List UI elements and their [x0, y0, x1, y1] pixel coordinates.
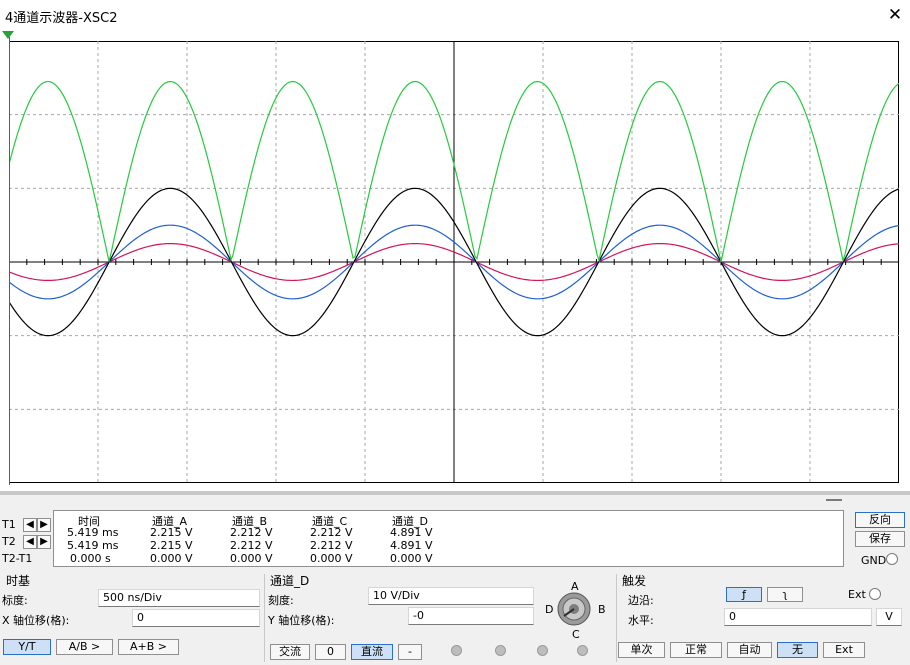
cursor-t1-label: T1: [2, 518, 16, 531]
table-cell: 5.419 ms: [67, 539, 119, 552]
reverse-button[interactable]: 反向: [855, 512, 905, 528]
table-cell: 5.419 ms: [67, 526, 119, 539]
knob-label-c: C: [572, 628, 580, 641]
indicator-dot-icon: [495, 645, 506, 656]
table-cell: 2.212 V: [310, 526, 353, 539]
table-cell: 0.000 V: [150, 552, 193, 565]
knob-label-b: B: [598, 603, 606, 616]
ac-coupling-button[interactable]: 交流: [270, 644, 310, 660]
single-trigger-button[interactable]: 单次: [618, 642, 665, 658]
t2-left-arrow-icon[interactable]: ◀: [23, 535, 37, 549]
x-position-label: X 轴位移(格):: [2, 614, 70, 627]
t2-right-arrow-icon[interactable]: ▶: [37, 535, 51, 549]
save-button[interactable]: 保存: [855, 531, 905, 547]
cursor-t2-label: T2: [2, 535, 16, 548]
t1-left-arrow-icon[interactable]: ◀: [23, 518, 37, 532]
auto-trigger-button[interactable]: 自动: [727, 642, 772, 658]
normal-trigger-button[interactable]: 正常: [670, 642, 722, 658]
table-cell: 2.212 V: [230, 526, 273, 539]
trigger-level-unit[interactable]: V: [876, 608, 902, 626]
indicator-dot-icon: [537, 645, 548, 656]
indicator-dot-icon: [451, 645, 462, 656]
zero-coupling-button[interactable]: 0: [315, 644, 346, 660]
ab-mode-button[interactable]: A/B >: [56, 639, 113, 655]
timebase-scale-field[interactable]: 500 ns/Div: [98, 589, 260, 607]
x-position-field[interactable]: 0: [132, 609, 260, 627]
group-divider: [616, 574, 617, 662]
ext-trigger-button[interactable]: Ext: [823, 642, 865, 658]
indicator-dot-icon: [577, 645, 588, 656]
table-cell: 2.212 V: [230, 539, 273, 552]
ext-trigger-radio[interactable]: [869, 588, 881, 600]
panel-splitter[interactable]: [0, 491, 910, 495]
splitter-grip-icon[interactable]: [826, 499, 842, 501]
cursor-t1-line[interactable]: [9, 37, 10, 485]
table-cell: 2.215 V: [150, 539, 193, 552]
falling-edge-button[interactable]: ʅ: [767, 587, 803, 602]
rising-edge-button[interactable]: ƒ: [726, 587, 762, 602]
table-cell: 0.000 V: [390, 552, 433, 565]
channel-group-title: 通道_D: [270, 574, 310, 588]
y-position-label: Y 轴位移(格):: [268, 614, 335, 627]
table-cell: 4.891 V: [390, 526, 433, 539]
none-trigger-button[interactable]: 无: [777, 642, 818, 658]
invert-button[interactable]: -: [398, 644, 422, 660]
edge-label: 边沿:: [628, 594, 654, 607]
y-position-field[interactable]: -0: [408, 607, 534, 625]
knob-label-d: D: [545, 603, 554, 616]
title-bar: [0, 0, 910, 31]
cursor-delta-label: T2-T1: [2, 552, 33, 565]
measurement-table: 时间 通道_A 通道_B 通道_C 通道_D 5.419 ms 2.215 V …: [53, 510, 844, 567]
window-title: 4通道示波器-XSC2: [5, 11, 118, 26]
trigger-level-field[interactable]: 0: [724, 608, 872, 626]
close-icon[interactable]: ✕: [884, 3, 906, 27]
a-plus-b-mode-button[interactable]: A+B >: [118, 639, 179, 655]
dc-coupling-button[interactable]: 直流: [351, 644, 393, 660]
table-cell: 0.000 s: [70, 552, 111, 565]
yt-mode-button[interactable]: Y/T: [3, 639, 51, 655]
scope-plot: [9, 41, 899, 483]
gnd-label: GND: [861, 554, 887, 567]
table-cell: 0.000 V: [310, 552, 353, 565]
t1-right-arrow-icon[interactable]: ▶: [37, 518, 51, 532]
channel-scale-field[interactable]: 10 V/Div: [368, 587, 534, 605]
channel-scale-label: 刻度:: [268, 594, 294, 607]
trigger-marker-icon[interactable]: [2, 31, 14, 39]
gnd-radio[interactable]: [886, 553, 898, 565]
table-cell: 4.891 V: [390, 539, 433, 552]
group-divider: [264, 574, 265, 662]
ext-trigger-label: Ext: [848, 588, 866, 601]
timebase-group-title: 时基: [6, 574, 31, 588]
table-cell: 2.215 V: [150, 526, 193, 539]
trigger-level-label: 水平:: [628, 614, 654, 627]
trigger-group-title: 触发: [622, 574, 647, 588]
timebase-scale-label: 标度:: [2, 594, 28, 607]
table-cell: 2.212 V: [310, 539, 353, 552]
table-cell: 0.000 V: [230, 552, 273, 565]
channel-selector-knob-icon[interactable]: [556, 591, 592, 627]
